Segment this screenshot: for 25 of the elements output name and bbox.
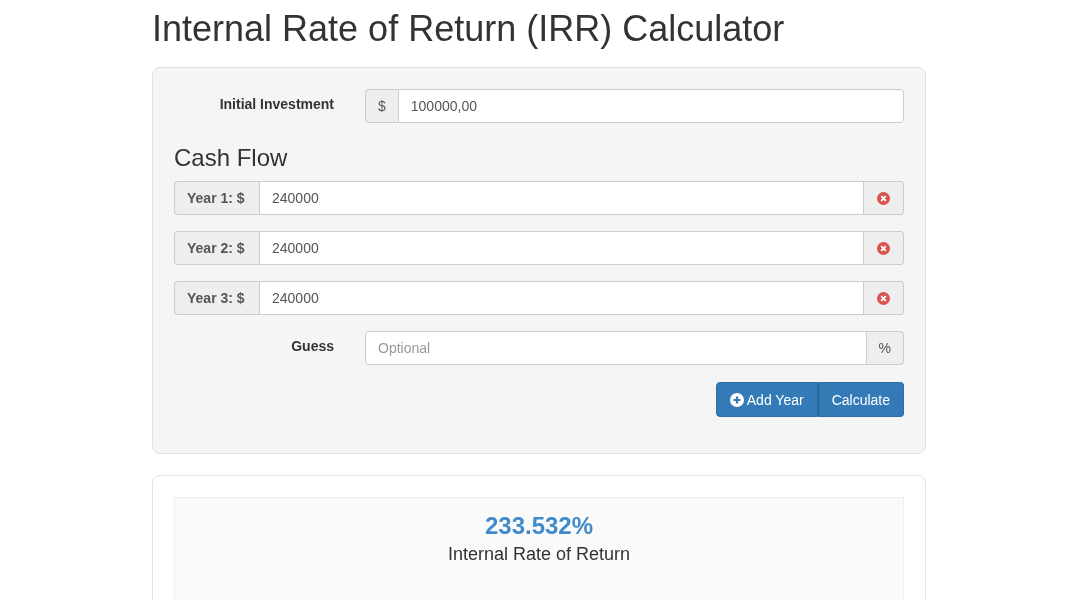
field-label: Guess [290,337,335,354]
field-label: Initial Investment [218,95,335,112]
close-icon [877,291,890,305]
close-icon [877,191,890,205]
cash-flow-field[interactable]: 240000 [259,181,864,215]
initial-investment-field[interactable]: 100000,00 [397,89,904,123]
percent-addon: % [866,331,904,365]
remove-year-button[interactable] [864,231,904,265]
year-addon: Year 2: $ [174,231,259,265]
guess-field[interactable]: Optional [365,331,867,365]
cash-flow-field[interactable]: 240000 [259,281,864,315]
section-heading: Cash Flow [174,144,288,172]
result-value: 233.532% [484,511,594,541]
close-icon [877,241,890,255]
year-addon: Year 3: $ [174,281,259,315]
remove-year-button[interactable] [864,281,904,315]
plus-circle-icon [729,392,744,407]
currency-addon: $ [365,89,398,123]
remove-year-button[interactable] [864,181,904,215]
page-title: Internal Rate of Return (IRR) Calculator [152,8,785,50]
year-addon: Year 1: $ [174,181,259,215]
add-year-button[interactable]: Add Year [715,382,818,417]
cash-flow-field[interactable]: 240000 [259,231,864,265]
calculate-button[interactable]: Calculate [817,382,904,417]
result-caption: Internal Rate of Return [446,544,632,565]
